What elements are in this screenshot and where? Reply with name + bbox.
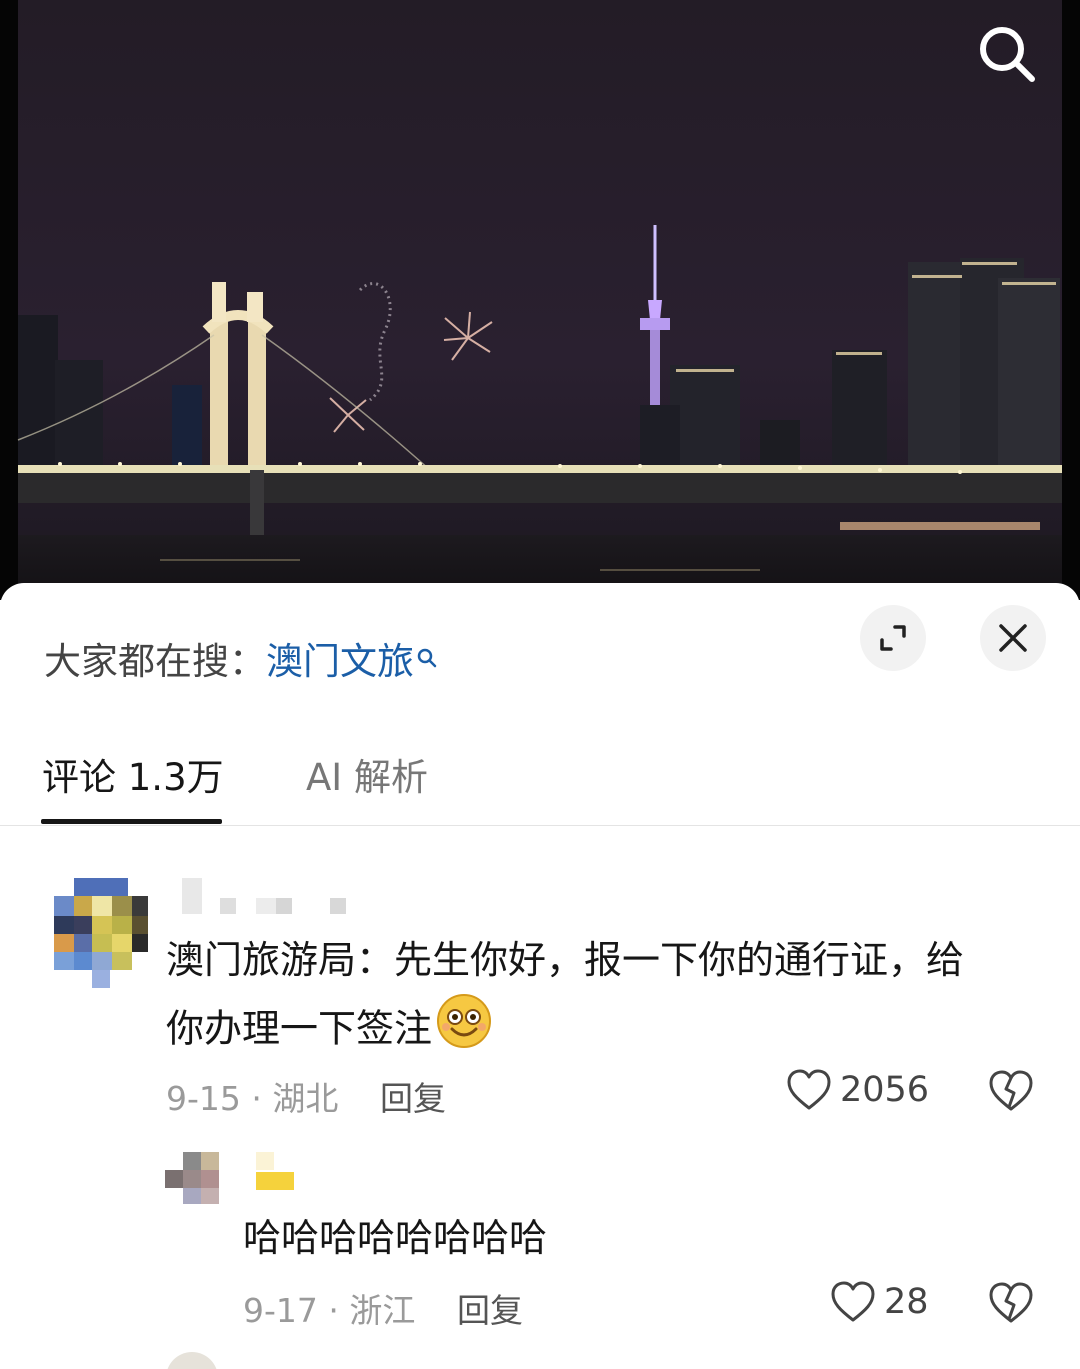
smile-emoji [436,993,492,1069]
expand-icon [880,625,906,651]
comment-tabs: 评论 1.3万 AI 解析 [0,743,1080,826]
active-tab-indicator [41,819,222,824]
comment-text-line1: 澳门旅游局：先生你好，报一下你的通行证，给 [166,938,965,982]
next-comment-avatar[interactable] [166,1352,218,1369]
username-blurred[interactable] [182,878,352,918]
reply-like-count: 28 [884,1282,929,1322]
hot-search-bar: 大家都在搜：澳门文旅 [44,631,438,685]
comment-date-location: 9-15 · 湖北 [166,1079,339,1118]
reply-username-blurred[interactable] [256,1152,296,1192]
night-skyline-image [0,0,1080,600]
search-small-icon [416,635,438,678]
reply-reply-button[interactable]: 回复 [457,1284,523,1332]
reply-avatar[interactable] [165,1152,221,1204]
like-count: 2056 [840,1070,930,1110]
hot-search-prefix: 大家都在搜： [44,640,266,683]
expand-button[interactable] [860,605,926,671]
reply-like-button[interactable]: 28 [830,1280,929,1324]
avatar[interactable] [54,878,148,988]
heart-icon [787,1069,831,1110]
like-button[interactable]: 2056 [786,1068,929,1112]
reply-text: 哈哈哈哈哈哈哈哈 [243,1216,548,1260]
heart-icon [831,1281,875,1322]
video-player[interactable] [0,0,1080,600]
broken-heart-icon[interactable] [988,1281,1034,1325]
search-button[interactable] [974,22,1040,88]
reply-button[interactable]: 回复 [380,1072,446,1120]
close-icon [999,624,1027,652]
comment-text-line2: 你办理一下签注 [166,1006,433,1051]
broken-heart-icon[interactable] [988,1069,1034,1113]
reply-date-location: 9-17 · 浙江 [243,1291,416,1330]
search-icon [980,27,1035,82]
close-button[interactable] [980,605,1046,671]
hot-search-keyword[interactable]: 澳门文旅 [266,640,414,683]
tab-comments[interactable]: 评论 1.3万 [42,747,224,801]
tab-ai-analysis[interactable]: AI 解析 [306,747,428,801]
comment-text: 澳门旅游局：先生你好，报一下你的通行证，给 你办理一下签注 [166,927,1036,1069]
